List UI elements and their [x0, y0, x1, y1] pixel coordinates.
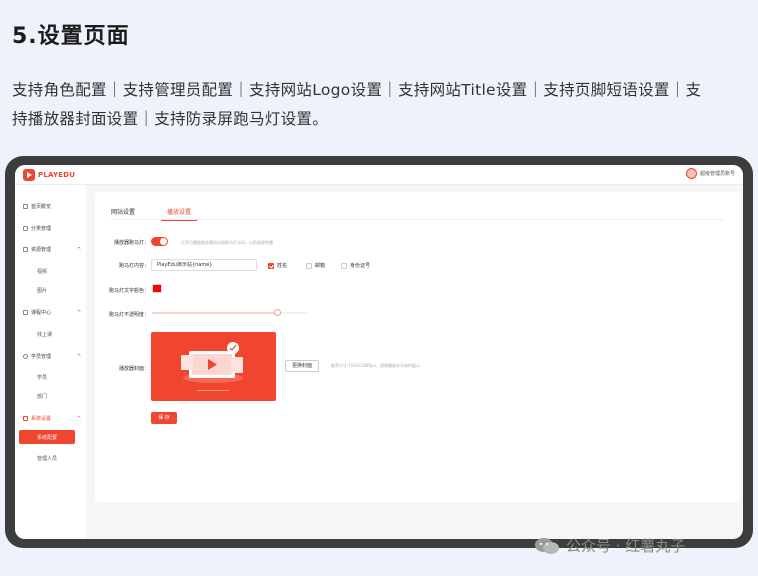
- player-cover-label: 播放器封面：: [118, 366, 149, 372]
- checkbox-icon: [341, 262, 347, 269]
- page-heading: 5.设置页面: [12, 24, 130, 49]
- chevron-up-icon: ^: [77, 246, 82, 253]
- cover-hint: 推荐尺寸:1920x1080px，视频播放未开始时展示: [331, 363, 420, 368]
- checkbox-label: 邮箱: [315, 263, 326, 269]
- sidebar-item-student-list[interactable]: 学员: [37, 374, 47, 381]
- player-cover-image: [151, 332, 276, 401]
- tab-divider: [111, 219, 724, 220]
- sidebar-item-videos[interactable]: 视频: [37, 268, 47, 275]
- marquee-label: 播放器跑马灯：: [113, 240, 149, 246]
- sidebar: 首页概览 分类管理 资源管理 ^ 视频 图片 课程中心 ^ 线上课 学员管理 ^…: [15, 185, 86, 539]
- marquee-color-label: 跑马灯文字颜色：: [108, 288, 149, 294]
- sidebar-item-system-config[interactable]: 系统配置: [19, 430, 75, 444]
- user-name: 超级管理员账号: [699, 171, 735, 177]
- settings-panel: 网站设置 播放设置 播放器跑马灯： 打开后播放器会随机出现跑马灯水印，以防录屏传…: [95, 192, 740, 502]
- sidebar-item-dashboard[interactable]: 首页概览: [23, 203, 51, 210]
- sidebar-item-students[interactable]: 学员管理 ^: [23, 353, 81, 360]
- sidebar-item-categories[interactable]: 分类管理: [23, 225, 51, 232]
- watermark: 公众号 · 红薯丸子: [534, 535, 685, 556]
- cover-illustration: [181, 342, 243, 391]
- app-logo[interactable]: PLAYEDU: [23, 169, 75, 181]
- sidebar-item-resources[interactable]: 资源管理 ^: [23, 246, 81, 253]
- marquee-content-input[interactable]: PlayEdu演示站{name}: [151, 259, 257, 271]
- category-icon: [23, 226, 28, 231]
- sidebar-item-label: 学员管理: [31, 354, 52, 360]
- checkbox-checked-icon: [268, 262, 274, 269]
- chevron-up-icon: ^: [77, 309, 82, 316]
- watermark-text: 公众号 · 红薯丸子: [566, 537, 686, 555]
- user-icon: [23, 354, 28, 359]
- sidebar-item-administrators[interactable]: 管理人员: [37, 455, 57, 462]
- sidebar-item-label: 系统设置: [31, 416, 52, 422]
- sidebar-item-system-settings[interactable]: 系统设置 ^: [23, 415, 81, 422]
- logo-text: PLAYEDU: [38, 171, 76, 179]
- description-line-1: 支持角色配置｜支持管理员配置｜支持网站Logo设置｜支持网站Title设置｜支持…: [12, 81, 702, 99]
- checkbox-label: 身份证号: [350, 263, 371, 269]
- marquee-content-label: 跑马灯内容：: [118, 263, 149, 269]
- marquee-opacity-slider[interactable]: [152, 309, 308, 316]
- device-frame: PLAYEDU 超级管理员账号 首页概览 分类管理 资源管理 ^ 视频 图片 课…: [5, 156, 753, 548]
- marquee-color-picker[interactable]: [152, 284, 162, 293]
- sidebar-item-label: 课程中心: [31, 310, 52, 316]
- settings-icon: [23, 416, 28, 421]
- marquee-opacity-label: 跑马灯不透明度：: [108, 312, 149, 318]
- checkbox-label: 姓名: [277, 263, 288, 269]
- save-button[interactable]: 保 存: [151, 412, 177, 424]
- wechat-icon: [535, 537, 559, 554]
- top-bar: PLAYEDU 超级管理员账号: [15, 165, 743, 185]
- folder-icon: [23, 247, 28, 252]
- chevron-up-icon: ^: [77, 415, 82, 422]
- checkbox-email[interactable]: 邮箱: [306, 262, 325, 269]
- app-screen: PLAYEDU 超级管理员账号 首页概览 分类管理 资源管理 ^ 视频 图片 课…: [15, 165, 743, 539]
- user-menu[interactable]: 超级管理员账号: [685, 168, 735, 179]
- sidebar-item-label: 资源管理: [31, 247, 52, 253]
- marquee-toggle[interactable]: [151, 237, 168, 246]
- description-line-2: 持播放器封面设置｜支持防录屏跑马灯设置。: [12, 110, 329, 128]
- checkbox-name[interactable]: 姓名: [268, 262, 287, 269]
- change-cover-button[interactable]: 更换封面: [285, 360, 319, 372]
- feature-description: 支持角色配置｜支持管理员配置｜支持网站Logo设置｜支持网站Title设置｜支持…: [12, 76, 748, 134]
- chevron-up-icon: ^: [77, 353, 82, 360]
- slider-handle[interactable]: [273, 309, 281, 316]
- home-icon: [23, 204, 28, 209]
- slider-fill: [152, 312, 277, 314]
- sidebar-item-label: 首页概览: [31, 204, 52, 210]
- marquee-hint: 打开后播放器会随机出现跑马灯水印，以防录屏传播: [181, 240, 273, 245]
- sidebar-item-courses[interactable]: 课程中心 ^: [23, 309, 81, 316]
- sidebar-item-online-courses[interactable]: 线上课: [37, 331, 52, 338]
- sidebar-item-images[interactable]: 图片: [37, 287, 47, 294]
- sidebar-item-label: 分类管理: [31, 226, 52, 232]
- book-icon: [23, 310, 28, 315]
- checkbox-idcard[interactable]: 身份证号: [341, 262, 370, 269]
- sidebar-item-departments[interactable]: 部门: [37, 393, 47, 400]
- checkbox-icon: [306, 262, 312, 269]
- play-logo-icon: [23, 169, 35, 181]
- avatar: [685, 168, 697, 179]
